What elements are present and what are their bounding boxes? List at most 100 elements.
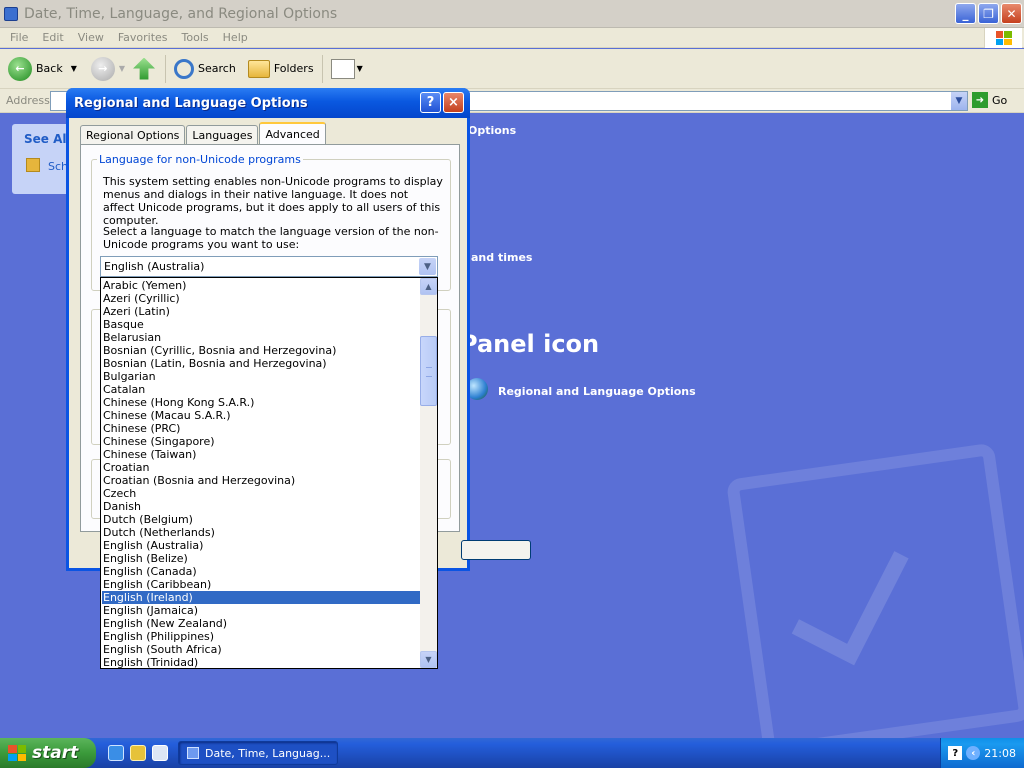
menu-view[interactable]: View bbox=[78, 31, 104, 44]
dropdown-item[interactable]: English (Canada) bbox=[102, 565, 420, 578]
toolbar-separator bbox=[165, 54, 167, 83]
chevron-down-icon[interactable]: ▼ bbox=[419, 258, 436, 275]
tab-advanced[interactable]: Advanced bbox=[259, 122, 326, 144]
menu-favorites[interactable]: Favorites bbox=[118, 31, 168, 44]
dropdown-item[interactable]: English (South Africa) bbox=[102, 643, 420, 656]
internet-explorer-icon[interactable] bbox=[108, 745, 124, 761]
back-dropdown-icon[interactable]: ▼ bbox=[71, 64, 77, 73]
scroll-thumb[interactable] bbox=[420, 336, 437, 406]
menu-help[interactable]: Help bbox=[223, 31, 248, 44]
task-times-text[interactable]: and times bbox=[471, 251, 532, 264]
dropdown-items: Arabic (Yemen) Azeri (Cyrillic) Azeri (Lat… bbox=[102, 279, 420, 668]
menu-edit[interactable]: Edit bbox=[42, 31, 63, 44]
control-panel-icon bbox=[4, 6, 18, 21]
dropdown-item[interactable]: English (Caribbean) bbox=[102, 578, 420, 591]
dropdown-item[interactable]: English (New Zealand) bbox=[102, 617, 420, 630]
language-combobox[interactable]: English (Australia) ▼ bbox=[100, 256, 438, 277]
tab-languages[interactable]: Languages bbox=[186, 125, 259, 144]
menu-file[interactable]: File bbox=[10, 31, 28, 44]
media-player-icon[interactable] bbox=[130, 745, 146, 761]
dropdown-item[interactable]: Croatian (Bosnia and Herzegovina) bbox=[102, 474, 420, 487]
close-button[interactable]: ✕ bbox=[1001, 3, 1022, 24]
dropdown-item[interactable]: Catalan bbox=[102, 383, 420, 396]
menu-tools[interactable]: Tools bbox=[182, 31, 209, 44]
menu-bar: File Edit View Favorites Tools Help bbox=[0, 28, 1024, 48]
forward-button[interactable]: → ▼ bbox=[90, 56, 126, 81]
help-button[interactable]: ? bbox=[420, 92, 441, 113]
panel-icon-heading: Panel icon bbox=[460, 330, 600, 358]
windows-flag-icon bbox=[995, 31, 1012, 45]
dropdown-item[interactable]: Croatian bbox=[102, 461, 420, 474]
chevron-left-icon[interactable]: ‹ bbox=[966, 746, 981, 760]
folders-button[interactable]: Folders bbox=[247, 59, 314, 78]
checkmark-icon bbox=[791, 526, 909, 666]
forward-dropdown-icon: ▼ bbox=[118, 64, 126, 73]
up-button[interactable] bbox=[133, 57, 157, 80]
dropdown-item[interactable]: Chinese (Hong Kong S.A.R.) bbox=[102, 396, 420, 409]
views-icon bbox=[330, 58, 355, 79]
combobox-value: English (Australia) bbox=[104, 260, 205, 273]
dropdown-item[interactable]: English (Ireland) bbox=[102, 591, 420, 604]
start-button[interactable]: start bbox=[0, 738, 96, 768]
taskbar-window-button[interactable]: Date, Time, Languag... bbox=[178, 741, 338, 765]
dialog-close-button[interactable]: × bbox=[443, 92, 464, 113]
dialog-title-bar[interactable]: Regional and Language Options ? × bbox=[66, 88, 470, 118]
go-label: Go bbox=[992, 93, 1008, 107]
regional-language-options-link[interactable]: Regional and Language Options bbox=[498, 385, 696, 398]
ok-button[interactable] bbox=[461, 540, 531, 560]
search-icon bbox=[174, 58, 195, 79]
dropdown-item[interactable]: Azeri (Cyrillic) bbox=[102, 292, 420, 305]
dropdown-item[interactable]: Dutch (Belgium) bbox=[102, 513, 420, 526]
dropdown-item[interactable]: Bosnian (Latin, Bosnia and Herzegovina) bbox=[102, 357, 420, 370]
caption-buttons: _ ❐ ✕ bbox=[955, 3, 1022, 24]
dropdown-item[interactable]: Bulgarian bbox=[102, 370, 420, 383]
taskbar: start Date, Time, Languag... ? ‹ 21:08 bbox=[0, 738, 1024, 768]
go-button[interactable]: ➜ Go bbox=[972, 92, 1007, 108]
dropdown-item[interactable]: English (Trinidad) bbox=[102, 656, 420, 668]
dropdown-item[interactable]: Dutch (Netherlands) bbox=[102, 526, 420, 539]
control-panel-icon bbox=[187, 747, 199, 759]
toolbar-separator bbox=[321, 54, 323, 83]
dropdown-item[interactable]: Chinese (Macau S.A.R.) bbox=[102, 409, 420, 422]
scroll-down-icon[interactable]: ▼ bbox=[420, 651, 437, 668]
dropdown-item[interactable]: English (Philippines) bbox=[102, 630, 420, 643]
tab-regional-options[interactable]: Regional Options bbox=[80, 125, 186, 144]
clock: 21:08 bbox=[984, 746, 1016, 760]
tab-strip: Regional Options Languages Advanced bbox=[80, 122, 327, 144]
dropdown-item[interactable]: Belarusian bbox=[102, 331, 420, 344]
dialog-title: Regional and Language Options bbox=[74, 95, 308, 111]
non-unicode-description: This system setting enables non-Unicode … bbox=[103, 175, 443, 227]
toolbar: ← Back ▼ → ▼ Search Folders ▼ bbox=[0, 49, 1024, 89]
system-tray: ? ‹ 21:08 bbox=[940, 738, 1024, 768]
help-tray-icon[interactable]: ? bbox=[948, 746, 963, 760]
dropdown-scrollbar[interactable]: ▲ ▼ bbox=[420, 278, 437, 668]
windows-flag-icon bbox=[8, 745, 26, 761]
dropdown-item[interactable]: English (Belize) bbox=[102, 552, 420, 565]
task-options-text: Options bbox=[468, 124, 517, 137]
go-arrow-icon: ➜ bbox=[972, 92, 988, 108]
dropdown-item[interactable]: Danish bbox=[102, 500, 420, 513]
dropdown-item[interactable]: Chinese (Singapore) bbox=[102, 435, 420, 448]
dropdown-item[interactable]: Arabic (Yemen) bbox=[102, 279, 420, 292]
address-dropdown-icon[interactable]: ▼ bbox=[951, 92, 967, 110]
show-desktop-icon[interactable] bbox=[152, 745, 168, 761]
language-dropdown-list[interactable]: Arabic (Yemen) Azeri (Cyrillic) Azeri (Lat… bbox=[100, 277, 438, 669]
restore-button[interactable]: ❐ bbox=[978, 3, 999, 24]
dropdown-item[interactable]: Azeri (Latin) bbox=[102, 305, 420, 318]
scroll-up-icon[interactable]: ▲ bbox=[420, 278, 437, 295]
dropdown-item[interactable]: Chinese (Taiwan) bbox=[102, 448, 420, 461]
dropdown-item[interactable]: Czech bbox=[102, 487, 420, 500]
folders-label: Folders bbox=[273, 62, 314, 75]
search-button[interactable]: Search bbox=[174, 58, 236, 79]
dropdown-item[interactable]: Bosnian (Cyrillic, Bosnia and Herzegovin… bbox=[102, 344, 420, 357]
taskbar-window-label: Date, Time, Languag... bbox=[205, 746, 331, 760]
see-also-link[interactable]: Sch bbox=[48, 160, 68, 173]
dropdown-item[interactable]: English (Australia) bbox=[102, 539, 420, 552]
dropdown-item[interactable]: Basque bbox=[102, 318, 420, 331]
views-button[interactable]: ▼ bbox=[330, 58, 363, 79]
minimize-button[interactable]: _ bbox=[955, 3, 976, 24]
dropdown-item[interactable]: Chinese (PRC) bbox=[102, 422, 420, 435]
dropdown-item[interactable]: English (Jamaica) bbox=[102, 604, 420, 617]
address-label: Address bbox=[6, 94, 50, 107]
back-button[interactable]: ← Back ▼ bbox=[8, 56, 77, 81]
